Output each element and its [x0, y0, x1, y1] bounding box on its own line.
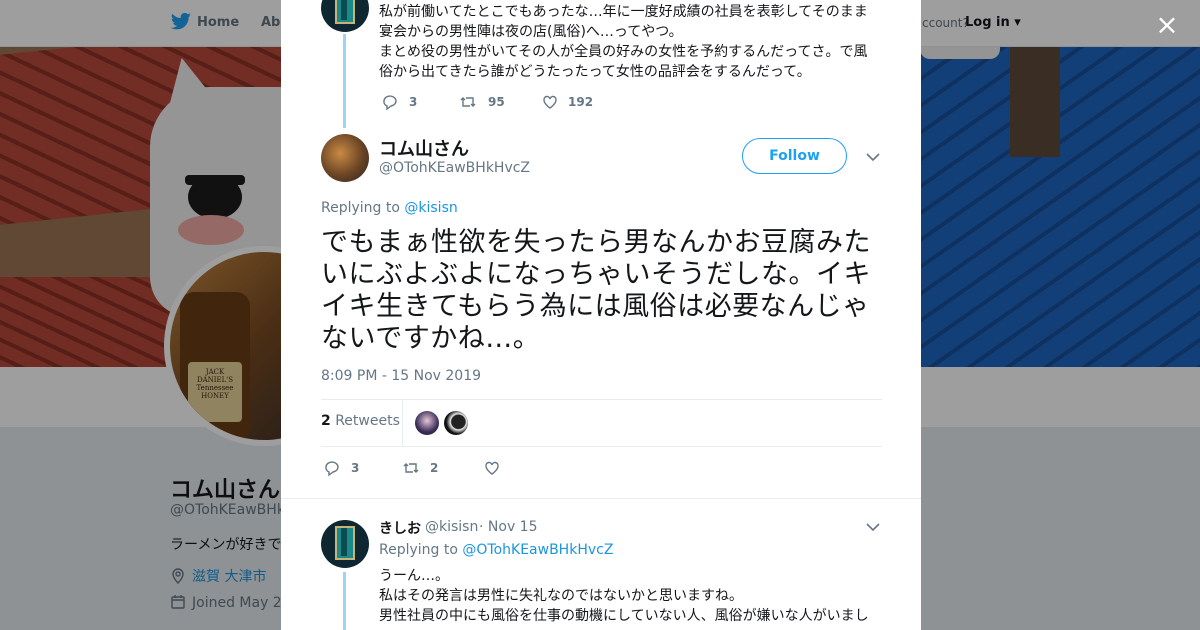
parent-reply-count: 3	[409, 95, 418, 109]
reply-author-name[interactable]: きしお	[379, 518, 421, 538]
parent-tweet-text-line: まとめ役の男性がいてその人が全員の好みの女性を予約するんだってさ。で風	[379, 44, 868, 60]
divider	[281, 498, 921, 499]
tweet-text: でもまぁ性欲を失ったら男なんかお豆腐みたいにぶよぶよになっちゃいそうだしな。イキ…	[321, 227, 871, 354]
divider	[402, 400, 403, 446]
reply-replying-to-link[interactable]: @OTohKEawBHkHvcZ	[462, 542, 613, 558]
retweet-icon[interactable]	[402, 459, 420, 477]
reply-icon[interactable]	[381, 93, 399, 111]
chevron-down-icon[interactable]	[866, 522, 880, 532]
tweet-timestamp[interactable]: 8:09 PM - 15 Nov 2019	[321, 368, 481, 384]
parent-tweet-text-line: 私が前働いてたとこでもあったな…年に一度好成績の社員を表彰してそのまま	[379, 4, 868, 20]
reply-count: 3	[351, 461, 360, 475]
like-icon[interactable]	[541, 93, 559, 111]
chevron-down-icon[interactable]	[866, 152, 880, 162]
replying-to-link[interactable]: @kisisn	[404, 200, 457, 216]
close-icon[interactable]: ×	[1153, 11, 1181, 39]
reply-text-line: 男性社員の中にも風俗を仕事の動機にしていない人、風俗が嫌いな人がいまし	[379, 608, 869, 624]
author-avatar[interactable]	[321, 134, 369, 182]
retweeter-avatar[interactable]	[415, 411, 439, 435]
retweet-stats[interactable]: 2 Retweets	[321, 413, 400, 429]
parent-tweet-text-line: 俗から出てきたら誰がどうたったって女性の品評会をするんだって。	[379, 64, 811, 80]
reply-text-line: うーん…。	[379, 568, 449, 584]
replying-prefix: Replying to	[321, 200, 400, 216]
parent-retweet-count: 95	[488, 95, 505, 109]
retweeter-avatar[interactable]	[444, 411, 468, 435]
retweet-count: 2	[430, 461, 439, 475]
reply-author-avatar[interactable]	[321, 520, 369, 568]
tweet-modal: 私が前働いてたとこでもあったな…年に一度好成績の社員を表彰してそのまま 宴会から…	[281, 0, 921, 630]
divider	[321, 399, 882, 400]
reply-replying-to: Replying to @OTohKEawBHkHvcZ	[379, 542, 613, 558]
reply-text-line: 私はその発言は男性に失礼なのではないかと思いますね。	[379, 588, 743, 604]
replying-to: Replying to @kisisn	[321, 200, 458, 216]
retweet-icon[interactable]	[459, 93, 477, 111]
reply-icon[interactable]	[323, 459, 341, 477]
parent-tweet-text-line: 宴会からの男性陣は夜の店(風俗)へ…ってやつ。	[379, 24, 683, 40]
follow-button[interactable]: Follow	[742, 138, 847, 174]
parent-tweet-avatar[interactable]	[321, 0, 369, 32]
author-handle[interactable]: @OTohKEawBHkHvcZ	[379, 160, 530, 176]
reply-author-handle[interactable]: @kisisn	[425, 519, 478, 535]
reply-date[interactable]: · Nov 15	[479, 519, 538, 535]
thread-line	[343, 34, 346, 128]
retweet-stats-label: Retweets	[335, 413, 400, 429]
parent-like-count: 192	[568, 95, 594, 109]
divider	[321, 446, 882, 447]
like-icon[interactable]	[483, 459, 501, 477]
reply-replying-prefix: Replying to	[379, 542, 458, 558]
thread-line	[343, 572, 346, 630]
retweet-stats-count: 2	[321, 413, 331, 429]
author-name[interactable]: コム山さん	[379, 135, 469, 161]
